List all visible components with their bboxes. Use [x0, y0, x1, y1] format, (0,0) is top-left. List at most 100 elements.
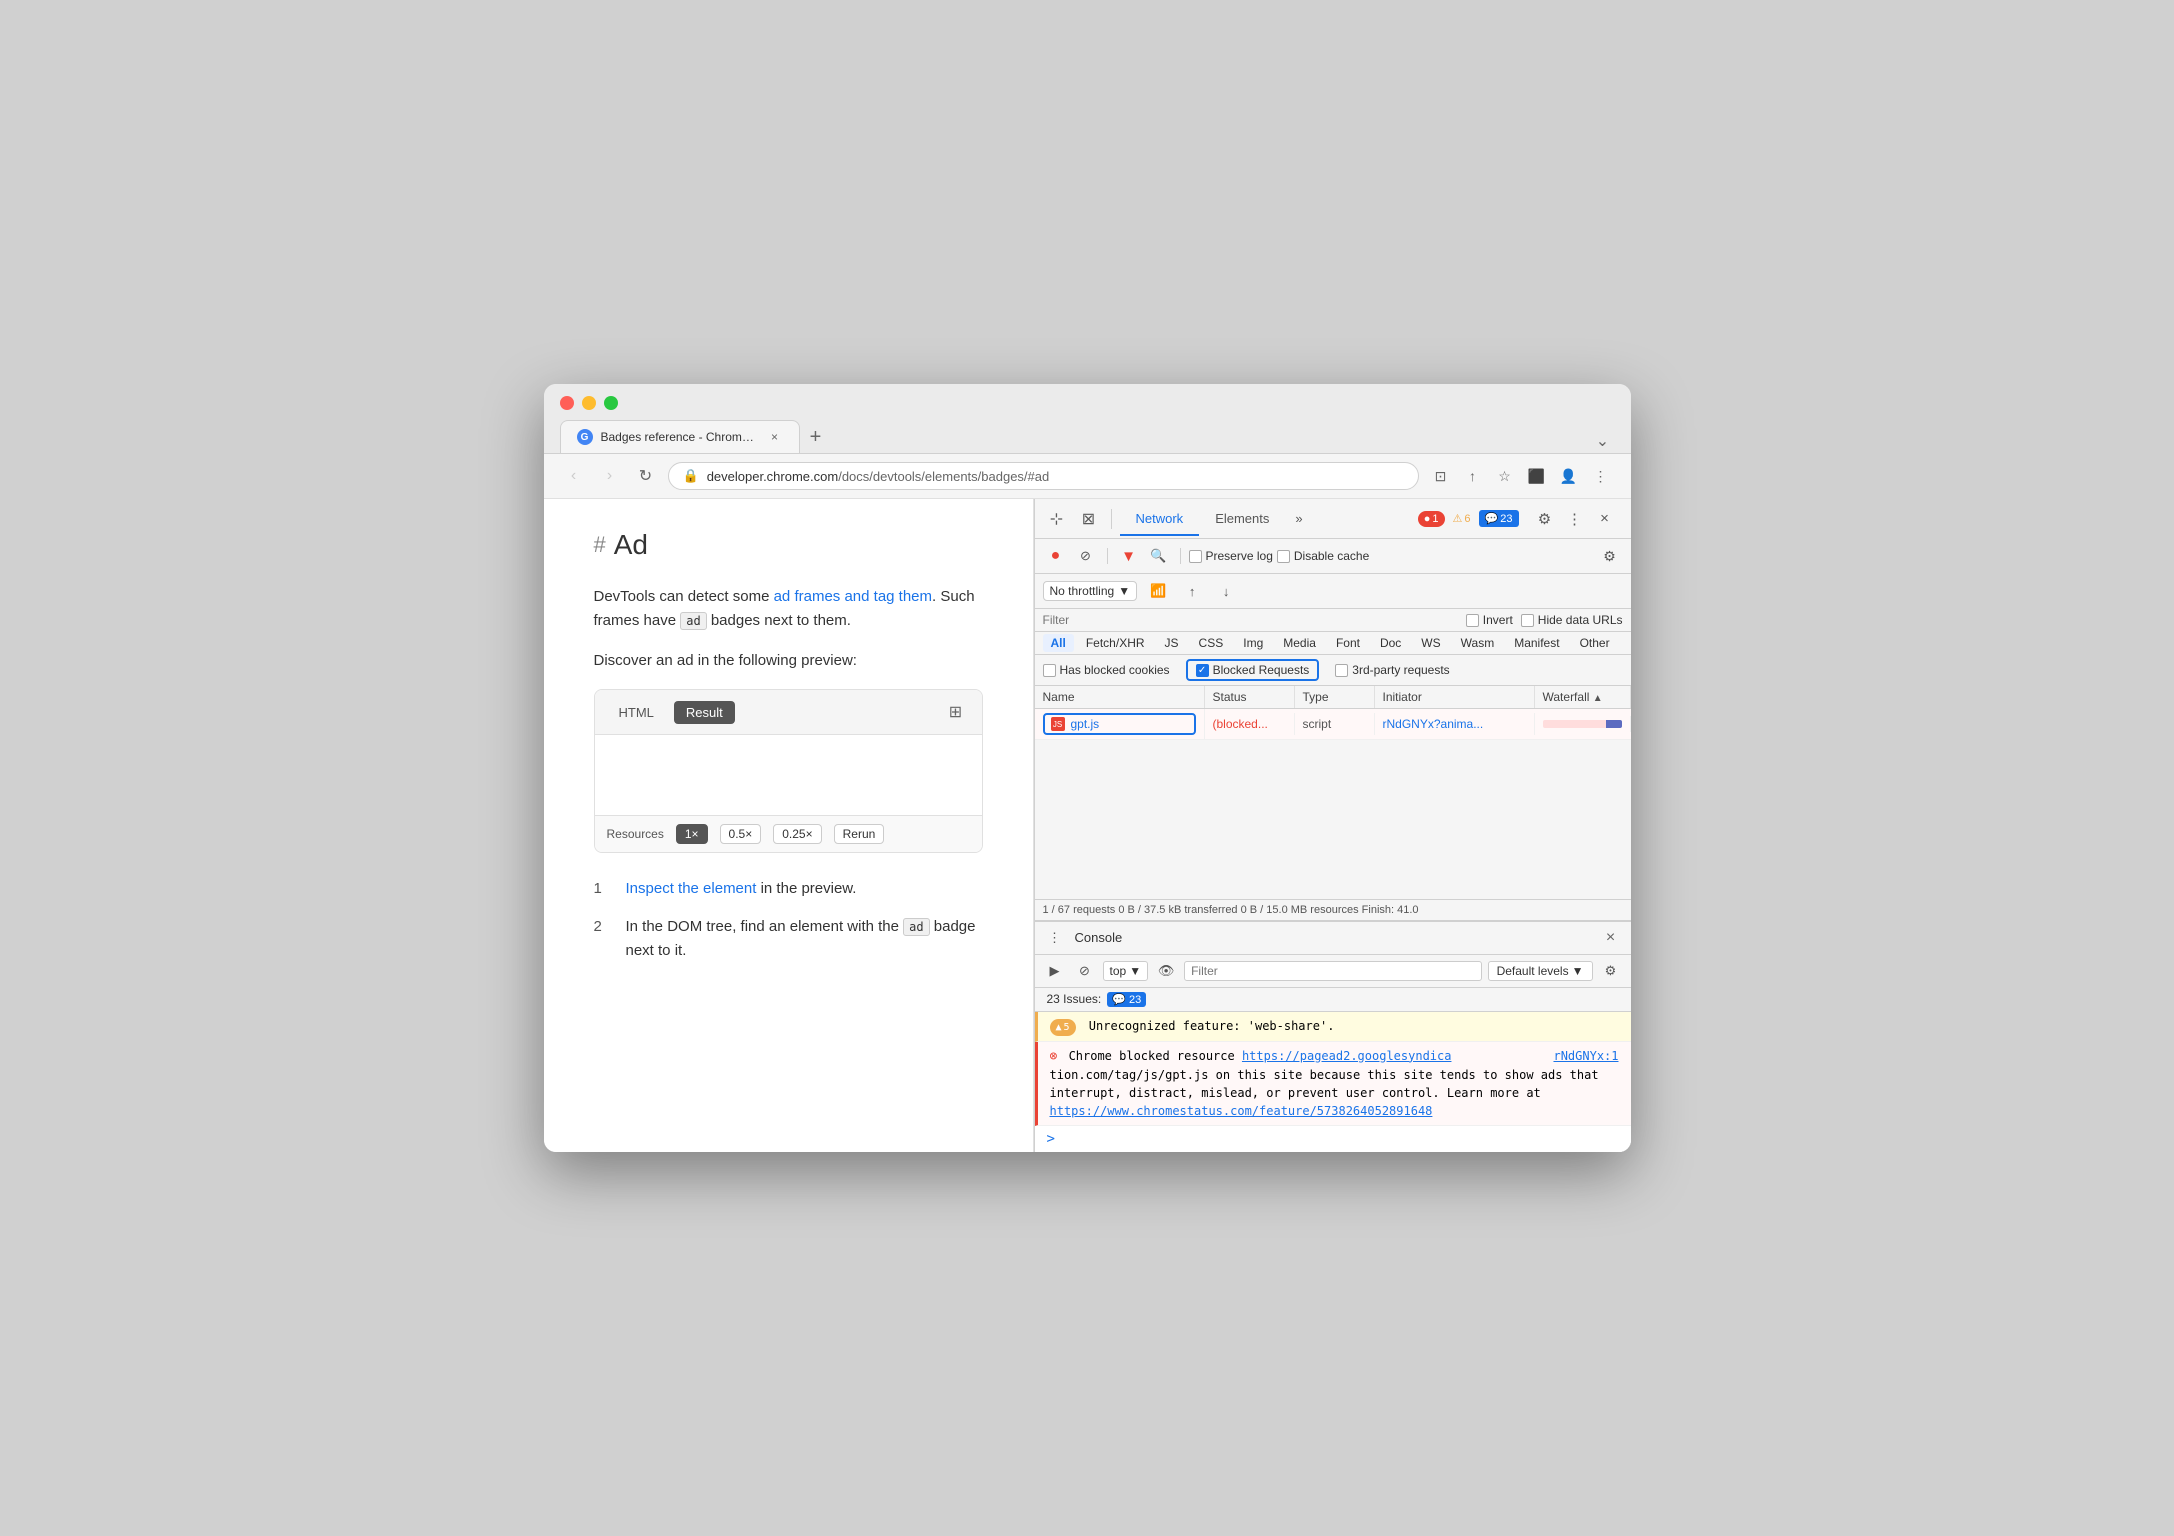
- preserve-log-checkbox[interactable]: Preserve log: [1189, 549, 1273, 563]
- error-link3[interactable]: https://www.chromestatus.com/feature/573…: [1050, 1104, 1433, 1118]
- type-ws-button[interactable]: WS: [1413, 634, 1448, 652]
- blocked-requests-checkbox[interactable]: ✓ Blocked Requests: [1186, 659, 1320, 681]
- warning-badge: ⚠ 6: [1453, 512, 1471, 525]
- console-eye-button[interactable]: 👁: [1154, 959, 1178, 983]
- console-block-button[interactable]: ⊘: [1073, 959, 1097, 983]
- download-icon[interactable]: ↓: [1213, 578, 1239, 604]
- res-1x-button[interactable]: 1×: [676, 824, 708, 844]
- search-button[interactable]: 🔍: [1146, 543, 1172, 569]
- result-tab[interactable]: Result: [674, 701, 735, 724]
- maximize-window-button[interactable]: [604, 396, 618, 410]
- error-pre-text: Chrome blocked resource: [1069, 1049, 1242, 1063]
- network-row-0[interactable]: JS gpt.js (blocked... script rNdGNYx?ani…: [1035, 709, 1631, 740]
- more-tabs-button[interactable]: »: [1285, 503, 1312, 534]
- more-options-icon[interactable]: ⋮: [1561, 505, 1589, 533]
- menu-icon[interactable]: ⋮: [1587, 462, 1615, 490]
- throttle-selector[interactable]: No throttling ▼: [1043, 581, 1138, 601]
- extensions-icon[interactable]: ⬛: [1523, 462, 1551, 490]
- network-table: Name Status Type Initiator Waterfall ▲: [1035, 686, 1631, 899]
- rerun-button[interactable]: Rerun: [834, 824, 885, 844]
- share-icon[interactable]: ↑: [1459, 462, 1487, 490]
- new-tab-button[interactable]: +: [800, 421, 832, 453]
- type-wasm-button[interactable]: Wasm: [1453, 634, 1503, 652]
- tab-elements[interactable]: Elements: [1199, 503, 1285, 536]
- inspector-icon[interactable]: ⊹: [1043, 505, 1071, 533]
- type-doc-button[interactable]: Doc: [1372, 634, 1409, 652]
- type-font-button[interactable]: Font: [1328, 634, 1368, 652]
- inspect-element-link[interactable]: Inspect the element: [626, 880, 757, 897]
- tab-close-button[interactable]: ×: [767, 429, 783, 445]
- close-window-button[interactable]: [560, 396, 574, 410]
- invert-checkbox[interactable]: Invert: [1466, 613, 1513, 627]
- console-header: ⋮ Console ×: [1035, 922, 1631, 955]
- type-media-button[interactable]: Media: [1275, 634, 1324, 652]
- back-button[interactable]: ‹: [560, 462, 588, 490]
- type-fetch-button[interactable]: Fetch/XHR: [1078, 634, 1153, 652]
- step-1-post: in the preview.: [756, 880, 856, 897]
- console-filter-input[interactable]: [1184, 961, 1481, 981]
- throttle-arrow: ▼: [1118, 584, 1130, 598]
- forward-button[interactable]: ›: [596, 462, 624, 490]
- prompt-arrow-icon: >: [1047, 1131, 1055, 1147]
- step-1-content: Inspect the element in the preview.: [626, 877, 857, 901]
- console-close-button[interactable]: ×: [1599, 926, 1623, 950]
- bookmark-icon[interactable]: ☆: [1491, 462, 1519, 490]
- upload-icon[interactable]: ↑: [1179, 578, 1205, 604]
- network-filter-input[interactable]: [1043, 613, 1458, 627]
- settings-icon[interactable]: ⚙: [1531, 505, 1559, 533]
- reload-button[interactable]: ↻: [632, 462, 660, 490]
- record-button[interactable]: ●: [1043, 543, 1069, 569]
- console-play-button[interactable]: ▶: [1043, 959, 1067, 983]
- profile-icon[interactable]: 👤: [1555, 462, 1583, 490]
- browser-window: G Badges reference - Chrome De × + ⌄ ‹ ›…: [544, 384, 1631, 1152]
- ad-badge-inline: ad: [680, 612, 706, 630]
- tab-network[interactable]: Network: [1120, 503, 1200, 536]
- html-tab[interactable]: HTML: [607, 701, 666, 724]
- wifi-icon[interactable]: 📶: [1145, 578, 1171, 604]
- network-cell-name: JS gpt.js: [1035, 709, 1205, 739]
- preview-icon[interactable]: ⊞: [942, 698, 970, 726]
- clear-button[interactable]: ⊘: [1073, 543, 1099, 569]
- error-link1[interactable]: https://pagead2.googlesyndica: [1242, 1049, 1452, 1063]
- type-other-button[interactable]: Other: [1572, 634, 1618, 652]
- res-025x-button[interactable]: 0.25×: [773, 824, 821, 844]
- console-settings-button[interactable]: ⚙: [1599, 959, 1623, 983]
- intro-end: badges next to them.: [707, 612, 851, 629]
- hide-data-urls-checkbox[interactable]: Hide data URLs: [1521, 613, 1623, 627]
- step-2-badge: ad: [903, 918, 929, 936]
- device-icon[interactable]: ⊠: [1075, 505, 1103, 533]
- type-all-button[interactable]: All: [1043, 634, 1074, 652]
- throttle-row: No throttling ▼ 📶 ↑ ↓: [1035, 574, 1631, 609]
- disable-cache-checkbox[interactable]: Disable cache: [1277, 549, 1369, 563]
- has-blocked-cookies-checkbox[interactable]: Has blocked cookies: [1043, 663, 1170, 677]
- type-js-button[interactable]: JS: [1157, 634, 1187, 652]
- name-cell-wrapper: JS gpt.js: [1043, 713, 1196, 735]
- tab-dropdown-button[interactable]: ⌄: [1591, 429, 1615, 453]
- preserve-log-check: [1189, 550, 1202, 563]
- active-tab[interactable]: G Badges reference - Chrome De ×: [560, 420, 800, 453]
- devtools-panel: ⊹ ⊠ Network Elements » ● 1 ⚠ 6 💬 23 ⚙ ⋮: [1034, 499, 1631, 1152]
- console-section: ⋮ Console × ▶ ⊘ top ▼ 👁: [1035, 920, 1631, 1153]
- devtools-tabs: Network Elements » ● 1 ⚠ 6 💬 23 ⚙ ⋮ ×: [1120, 503, 1623, 534]
- network-gear-button[interactable]: ⚙: [1597, 543, 1623, 569]
- tab-favicon: G: [577, 429, 593, 445]
- console-prompt[interactable]: >: [1035, 1126, 1631, 1152]
- filter-icon[interactable]: ▼: [1116, 543, 1142, 569]
- cast-icon[interactable]: ⊡: [1427, 462, 1455, 490]
- res-05x-button[interactable]: 0.5×: [720, 824, 762, 844]
- close-devtools-button[interactable]: ×: [1591, 505, 1619, 533]
- devtools-toolbar: ⊹ ⊠ Network Elements » ● 1 ⚠ 6 💬 23 ⚙ ⋮: [1035, 499, 1631, 539]
- type-manifest-button[interactable]: Manifest: [1506, 634, 1567, 652]
- page-heading: # Ad: [594, 529, 983, 561]
- error-link2[interactable]: rNdGNYx:1: [1553, 1047, 1618, 1065]
- minimize-window-button[interactable]: [582, 396, 596, 410]
- third-party-checkbox[interactable]: 3rd-party requests: [1335, 663, 1449, 677]
- type-img-button[interactable]: Img: [1235, 634, 1271, 652]
- filter-row: Invert Hide data URLs: [1035, 609, 1631, 632]
- console-error-msg: ⊗ Chrome blocked resource https://pagead…: [1035, 1042, 1631, 1127]
- url-bar[interactable]: 🔒 developer.chrome.com/docs/devtools/ele…: [668, 462, 1419, 490]
- type-css-button[interactable]: CSS: [1191, 634, 1232, 652]
- console-context-selector[interactable]: top ▼: [1103, 961, 1149, 981]
- intro-link1[interactable]: ad frames and tag them: [774, 588, 932, 605]
- default-levels-selector[interactable]: Default levels ▼: [1488, 961, 1593, 981]
